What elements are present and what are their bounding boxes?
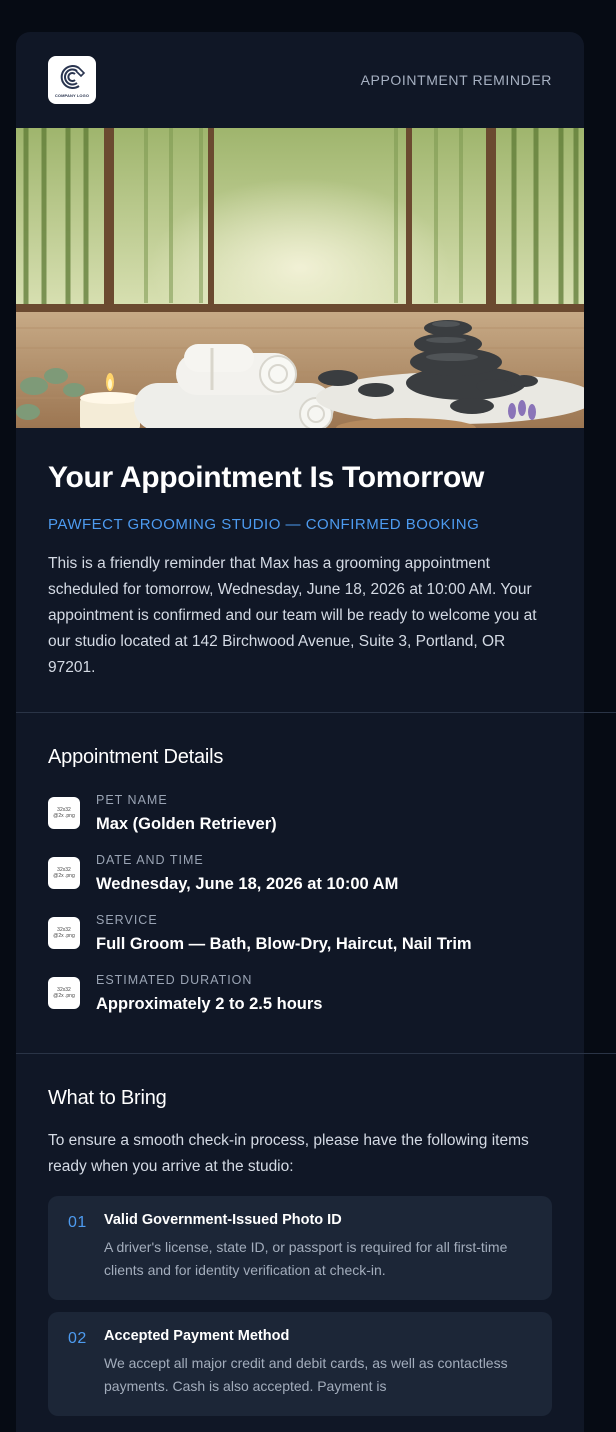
studio-subtitle: PAWFECT GROOMING STUDIO — CONFIRMED BOOK… bbox=[48, 516, 480, 533]
email-header: COMPANY LOGO APPOINTMENT REMINDER bbox=[16, 32, 584, 128]
bring-title: What to Bring bbox=[48, 1087, 167, 1109]
detail-row-duration: 32x32 @2x .png ESTIMATED DURATION Approxi… bbox=[48, 973, 552, 1033]
bring-item: 02 Accepted Payment Method We accept all… bbox=[48, 1312, 552, 1416]
bring-item-title: Accepted Payment Method bbox=[104, 1328, 290, 1344]
detail-label: DATE AND TIME bbox=[96, 853, 204, 867]
detail-row-pet-name: 32x32 @2x .png PET NAME Max (Golden Retri… bbox=[48, 793, 552, 853]
scissors-icon: 32x32 @2x .png bbox=[48, 917, 80, 949]
detail-value: Approximately 2 to 2.5 hours bbox=[96, 995, 323, 1013]
header-label: APPOINTMENT REMINDER bbox=[360, 72, 552, 88]
details-title: Appointment Details bbox=[48, 746, 224, 768]
email-card: COMPANY LOGO APPOINTMENT REMINDER Your A… bbox=[16, 32, 616, 1432]
bring-intro: To ensure a smooth check-in process, ple… bbox=[48, 1132, 529, 1175]
detail-label: ESTIMATED DURATION bbox=[96, 973, 253, 987]
logo-text: COMPANY LOGO bbox=[54, 93, 90, 98]
company-logo[interactable]: COMPANY LOGO bbox=[48, 56, 96, 104]
spa-scene-image bbox=[16, 128, 584, 428]
bring-item-number: 01 bbox=[68, 1214, 87, 1231]
page-title: Your Appointment Is Tomorrow bbox=[48, 461, 485, 494]
clock-icon: 32x32 @2x .png bbox=[48, 977, 80, 1009]
intro-paragraph: This is a friendly reminder that Max has… bbox=[48, 555, 537, 676]
details-section: Appointment Details 32x32 @2x .png PET NA… bbox=[16, 746, 584, 1033]
logo-c-icon bbox=[60, 65, 86, 89]
pet-icon: 32x32 @2x .png bbox=[48, 797, 80, 829]
bring-item-number: 02 bbox=[68, 1330, 87, 1347]
section-divider bbox=[16, 712, 616, 713]
bring-item-title: Valid Government-Issued Photo ID bbox=[104, 1212, 342, 1228]
hero-image bbox=[16, 128, 584, 428]
detail-row-date-time: 32x32 @2x .png DATE AND TIME Wednesday, J… bbox=[48, 853, 552, 913]
detail-value: Max (Golden Retriever) bbox=[96, 815, 277, 833]
bring-item-desc: We accept all major credit and debit car… bbox=[104, 1355, 508, 1394]
bring-item-desc: A driver's license, state ID, or passpor… bbox=[104, 1239, 508, 1278]
intro-section: Your Appointment Is Tomorrow PAWFECT GRO… bbox=[16, 460, 584, 681]
section-divider bbox=[16, 1053, 616, 1054]
detail-label: PET NAME bbox=[96, 793, 168, 807]
bring-section: What to Bring To ensure a smooth check-i… bbox=[16, 1087, 584, 1428]
bring-item: 01 Valid Government-Issued Photo ID A dr… bbox=[48, 1196, 552, 1300]
detail-value: Wednesday, June 18, 2026 at 10:00 AM bbox=[96, 875, 399, 893]
detail-row-service: 32x32 @2x .png SERVICE Full Groom — Bath,… bbox=[48, 913, 552, 973]
detail-value: Full Groom — Bath, Blow-Dry, Haircut, Na… bbox=[96, 935, 472, 953]
calendar-icon: 32x32 @2x .png bbox=[48, 857, 80, 889]
detail-label: SERVICE bbox=[96, 913, 158, 927]
